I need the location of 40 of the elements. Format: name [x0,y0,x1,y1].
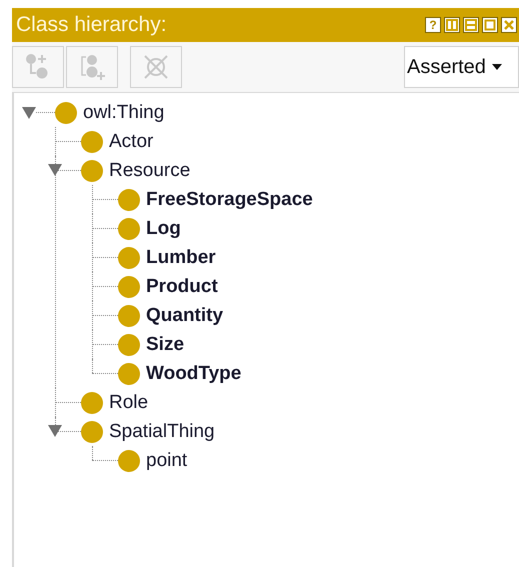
class-label[interactable]: point [146,451,188,470]
expanded-triangle-icon[interactable] [22,106,36,118]
columns-icon [446,19,458,31]
class-label[interactable]: WoodType [146,364,242,383]
square-icon [484,19,496,31]
class-label[interactable]: Log [146,219,181,238]
view-dropdown[interactable]: Asserted [404,46,519,88]
close-icon [503,19,515,31]
expanded-triangle-icon[interactable] [48,425,62,437]
class-icon [118,362,140,384]
class-icon [118,218,140,240]
class-icon [81,392,103,414]
class-label[interactable]: Actor [109,132,154,151]
class-label[interactable]: Lumber [146,248,216,267]
class-label[interactable]: FreeStorageSpace [146,190,313,209]
class-icon [81,420,103,442]
class-label[interactable]: Product [146,277,218,296]
class-icon [118,450,140,472]
class-icon [55,102,77,124]
split-vertical-button[interactable] [444,17,460,33]
class-icon [118,304,140,326]
class-label[interactable]: owl:Thing [83,103,164,122]
class-label[interactable]: SpatialThing [109,422,215,441]
rows-icon [465,19,477,31]
class-label[interactable]: Role [109,393,148,412]
class-label[interactable]: Size [146,335,184,354]
class-icon [118,246,140,268]
caret-icon [492,64,502,70]
expanded-triangle-icon[interactable] [48,164,62,176]
class-icon [81,130,103,152]
maximize-button[interactable] [482,17,498,33]
close-button[interactable] [501,17,517,33]
split-horizontal-button[interactable] [463,17,479,33]
class-label[interactable]: Quantity [146,306,224,325]
class-icon [118,188,140,210]
class-icon [81,160,103,182]
panel-title: Class hierarchy: [16,12,167,38]
class-icon [118,276,140,298]
class-label[interactable]: Resource [109,161,190,180]
class-icon [118,334,140,356]
